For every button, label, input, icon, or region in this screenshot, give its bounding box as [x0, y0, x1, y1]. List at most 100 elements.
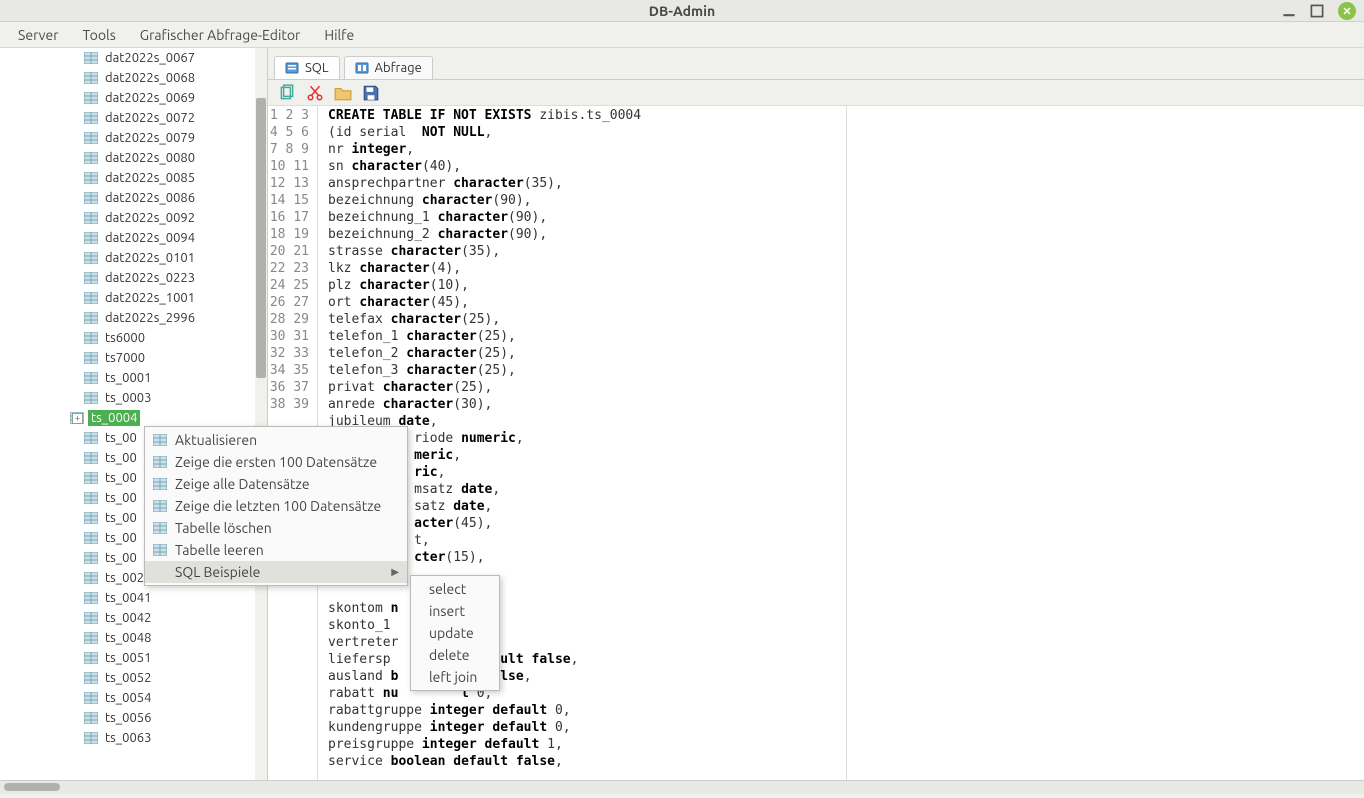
tab-abfrage[interactable]: Abfrage [344, 56, 433, 79]
tree-label: ts7000 [102, 350, 148, 366]
menu-editor[interactable]: Grafischer Abfrage-Editor [128, 24, 313, 46]
ctx-all[interactable]: Zeige alle Datensätze [145, 473, 407, 495]
sub-delete[interactable]: delete [411, 644, 499, 666]
tree-item[interactable]: + ts_0004 [0, 408, 267, 428]
tree-item[interactable]: dat2022s_0069 [0, 88, 267, 108]
tree-item[interactable]: dat2022s_0079 [0, 128, 267, 148]
copy-button[interactable] [278, 84, 296, 102]
tree-item[interactable]: ts_0063 [0, 728, 267, 748]
table-icon [153, 544, 167, 556]
tree-item[interactable]: ts_0056 [0, 708, 267, 728]
ctx-refresh[interactable]: Aktualisieren [145, 429, 407, 451]
menu-tools[interactable]: Tools [71, 24, 128, 46]
menu-server[interactable]: Server [6, 24, 71, 46]
tree-label: ts_0051 [102, 650, 154, 666]
tree-item[interactable]: ts_0051 [0, 648, 267, 668]
tree-label: ts_0054 [102, 690, 154, 706]
sub-select[interactable]: select [411, 578, 499, 600]
ctx-first100[interactable]: Zeige die ersten 100 Datensätze [145, 451, 407, 473]
table-icon [84, 532, 98, 544]
tree-item[interactable]: ts_0048 [0, 628, 267, 648]
tab-sql[interactable]: SQL [274, 56, 340, 79]
tree-label: ts_0056 [102, 710, 154, 726]
table-icon [84, 252, 98, 264]
tree-item[interactable]: ts7000 [0, 348, 267, 368]
tree-label: ts_00 [102, 470, 140, 486]
table-icon [84, 452, 98, 464]
tree-label: ts_0004 [88, 410, 140, 426]
tree-item[interactable]: dat2022s_2996 [0, 308, 267, 328]
tree-label: ts_00 [102, 510, 140, 526]
tree-item[interactable]: dat2022s_0085 [0, 168, 267, 188]
tree-item[interactable]: dat2022s_0067 [0, 48, 267, 68]
ctx-last100[interactable]: Zeige die letzten 100 Datensätze [145, 495, 407, 517]
tree-label: dat2022s_1001 [102, 290, 198, 306]
tree-label: dat2022s_0080 [102, 150, 198, 166]
tree-label: ts_00 [102, 550, 140, 566]
tree-item[interactable]: dat2022s_0086 [0, 188, 267, 208]
abfrage-icon [355, 61, 369, 75]
table-icon [84, 432, 98, 444]
save-button[interactable] [362, 84, 380, 102]
tree-item[interactable]: dat2022s_0101 [0, 248, 267, 268]
ctx-drop[interactable]: Tabelle löschen [145, 517, 407, 539]
expand-icon[interactable]: + [72, 413, 83, 424]
close-button[interactable] [1338, 2, 1356, 20]
tree-label: dat2022s_2996 [102, 310, 198, 326]
table-icon [84, 72, 98, 84]
tree-item[interactable]: ts_0054 [0, 688, 267, 708]
tree-label: dat2022s_0067 [102, 50, 198, 66]
tree-item[interactable]: dat2022s_0092 [0, 208, 267, 228]
tree-item[interactable]: dat2022s_0223 [0, 268, 267, 288]
tabs: SQL Abfrage [268, 48, 1364, 80]
tree-item[interactable]: dat2022s_0080 [0, 148, 267, 168]
tree-label: dat2022s_0223 [102, 270, 198, 286]
context-submenu: select insert update delete left join [410, 575, 500, 691]
table-icon [84, 652, 98, 664]
menubar: Server Tools Grafischer Abfrage-Editor H… [0, 22, 1364, 48]
tab-abfrage-label: Abfrage [375, 61, 422, 75]
sidebar-tree[interactable]: dat2022s_0067dat2022s_0068dat2022s_0069d… [0, 48, 268, 780]
tree-label: ts_0052 [102, 670, 154, 686]
table-icon [153, 478, 167, 490]
menu-help[interactable]: Hilfe [312, 24, 366, 46]
maximize-button[interactable] [1310, 4, 1324, 18]
table-icon [84, 472, 98, 484]
open-button[interactable] [334, 84, 352, 102]
tree-item[interactable]: dat2022s_0068 [0, 68, 267, 88]
sub-leftjoin[interactable]: left join [411, 666, 499, 688]
tree-item[interactable]: dat2022s_0072 [0, 108, 267, 128]
tree-label: ts_0003 [102, 390, 154, 406]
table-icon [84, 672, 98, 684]
table-icon [84, 172, 98, 184]
ctx-sql-examples[interactable]: SQL Beispiele ▶ [145, 561, 407, 583]
tree-item[interactable]: ts_0052 [0, 668, 267, 688]
sub-insert[interactable]: insert [411, 600, 499, 622]
minimize-button[interactable] [1282, 4, 1296, 18]
tree-item[interactable]: dat2022s_0094 [0, 228, 267, 248]
tree-item[interactable]: dat2022s_1001 [0, 288, 267, 308]
tree-item[interactable]: ts6000 [0, 328, 267, 348]
tree-item[interactable]: ts_0001 [0, 368, 267, 388]
titlebar: DB-Admin [0, 0, 1364, 22]
sidebar-scrollbar[interactable] [255, 48, 267, 780]
context-menu: Aktualisieren Zeige die ersten 100 Daten… [144, 426, 408, 586]
h-scrollbar-thumb[interactable] [4, 783, 60, 791]
table-icon [84, 52, 98, 64]
tree-item[interactable]: ts_0003 [0, 388, 267, 408]
editor-toolbar [268, 80, 1364, 106]
sub-update[interactable]: update [411, 622, 499, 644]
tree-label: ts_0041 [102, 590, 154, 606]
ctx-empty[interactable]: Tabelle leeren [145, 539, 407, 561]
table-icon [84, 692, 98, 704]
cut-button[interactable] [306, 84, 324, 102]
tree-label: ts_0042 [102, 610, 154, 626]
tree-label: dat2022s_0094 [102, 230, 198, 246]
horizontal-scrollbar[interactable] [0, 780, 1364, 794]
table-icon [84, 92, 98, 104]
table-icon [84, 592, 98, 604]
editor-blank [846, 106, 1364, 780]
tree-item[interactable]: ts_0041 [0, 588, 267, 608]
scrollbar-thumb[interactable] [256, 98, 266, 378]
tree-item[interactable]: ts_0042 [0, 608, 267, 628]
